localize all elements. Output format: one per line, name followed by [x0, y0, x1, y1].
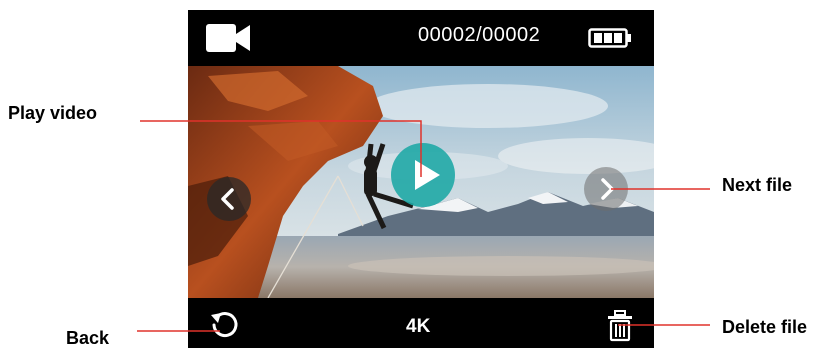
back-label: Back	[66, 328, 110, 348]
top-status-bar: 00002/00002	[188, 10, 654, 66]
video-camera-icon	[206, 24, 250, 52]
undo-arrow-icon[interactable]	[208, 308, 240, 340]
next-file-label: Next file	[722, 175, 793, 195]
next-file-button[interactable]	[584, 167, 628, 211]
previous-file-button[interactable]	[207, 177, 251, 221]
resolution-label: 4K	[406, 316, 431, 337]
file-counter: 00002/00002	[418, 24, 541, 46]
delete-file-label: Delete file	[722, 317, 808, 337]
trash-icon[interactable]	[607, 310, 633, 342]
play-icon	[415, 160, 440, 190]
camera-screen: 00002/00002 4K	[188, 10, 654, 348]
chevron-left-icon	[221, 188, 234, 210]
play-video-button[interactable]	[391, 143, 455, 207]
battery-full-icon	[588, 28, 631, 48]
chevron-right-icon	[601, 178, 614, 200]
play-video-label: Play video	[8, 103, 98, 123]
